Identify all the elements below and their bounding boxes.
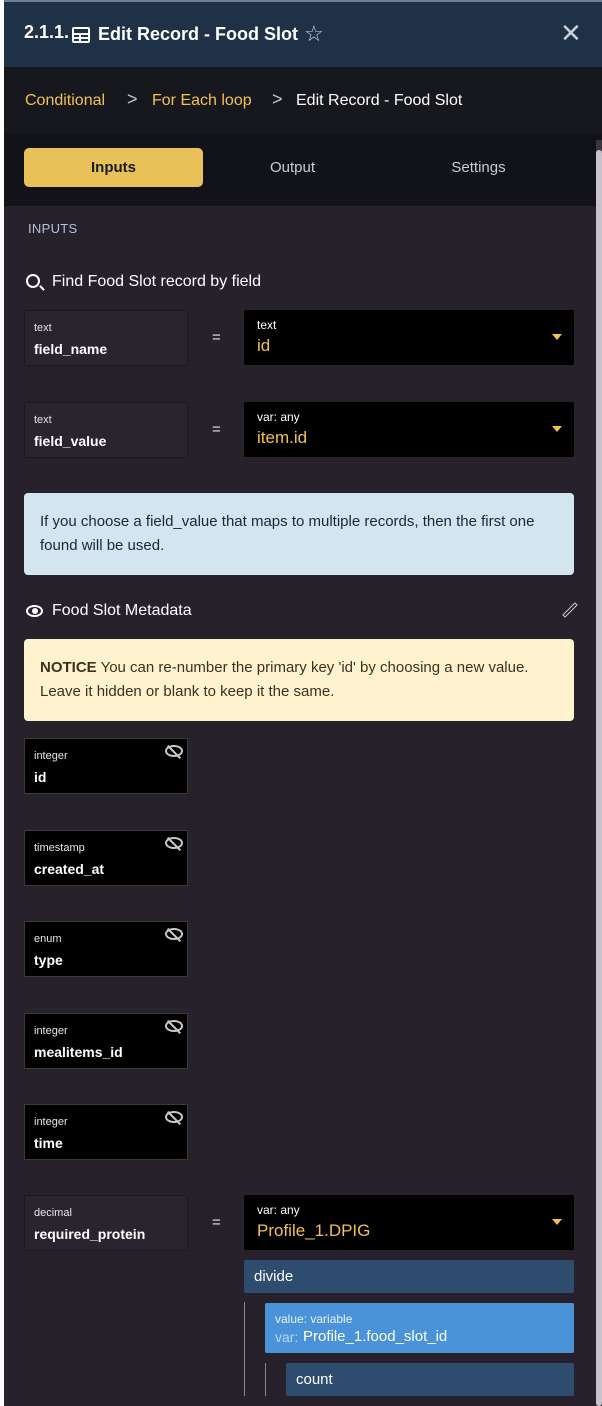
field-name: mealitems_id: [34, 1044, 123, 1060]
argument-value: Profile_1.food_slot_id: [303, 1328, 448, 1345]
breadcrumb-separator: >: [272, 89, 283, 109]
filter-label: divide: [254, 1268, 294, 1285]
title-bar: 2.1.1. Edit Record - Food Slot ☆ ✕: [4, 0, 602, 67]
field-type: timestamp: [34, 842, 85, 854]
equals-sign: =: [212, 421, 221, 438]
field-name: created_at: [34, 861, 105, 877]
field-name-value-select[interactable]: text id: [244, 310, 574, 365]
notice-message: NOTICE You can re-number the primary key…: [24, 639, 574, 721]
eye-off-icon[interactable]: [165, 745, 183, 757]
tab-inputs[interactable]: Inputs: [24, 148, 203, 187]
filter-divide[interactable]: divide: [244, 1260, 574, 1293]
step-number: 2.1.1.: [24, 22, 70, 42]
select-type: var: any: [257, 410, 300, 424]
field-value-select[interactable]: var: any item.id: [244, 402, 574, 457]
close-icon[interactable]: ✕: [560, 20, 582, 46]
field-name-box: text field_name: [24, 310, 188, 366]
field-name: required_protein: [34, 1226, 146, 1242]
caret-down-icon: [552, 334, 562, 340]
required-protein-box: decimal required_protein: [24, 1195, 188, 1251]
metadata-title: Food Slot Metadata: [52, 602, 192, 619]
field-value-box: text field_value: [24, 402, 188, 458]
field-type: enum: [34, 933, 62, 945]
panel-title: Edit Record - Food Slot: [98, 24, 298, 44]
metadata-header: Food Slot Metadata: [24, 601, 578, 623]
field-name: field_name: [34, 341, 108, 357]
hidden-field-id: integer id: [24, 738, 188, 794]
filter-label: count: [296, 1371, 333, 1388]
select-value: Profile_1.DPIG: [257, 1221, 371, 1240]
select-type: var: any: [257, 1203, 300, 1217]
field-name: time: [34, 1135, 63, 1151]
tab-output[interactable]: Output: [203, 148, 382, 187]
argument-type: value: variable: [275, 1312, 353, 1326]
notice-text: You can re-number the primary key 'id' b…: [40, 659, 529, 700]
notice-label: NOTICE: [40, 659, 97, 676]
field-type: text: [34, 414, 52, 426]
field-name: id: [34, 769, 47, 785]
scrollbar-thumb[interactable]: [596, 150, 602, 1406]
hidden-field-created-at: timestamp created_at: [24, 830, 188, 886]
field-type: integer: [34, 750, 68, 762]
select-type: text: [257, 318, 277, 332]
equals-sign: =: [212, 1214, 221, 1231]
select-value: id: [257, 336, 271, 355]
equals-sign: =: [212, 329, 221, 346]
breadcrumb-current: Edit Record - Food Slot: [296, 92, 463, 109]
hidden-field-type: enum type: [24, 921, 188, 977]
field-type: integer: [34, 1025, 68, 1037]
breadcrumb-separator: >: [127, 89, 138, 109]
star-icon[interactable]: ☆: [304, 23, 324, 45]
argument-prefix: var:: [275, 1329, 299, 1345]
tab-bar: Inputs Output Settings: [4, 134, 602, 206]
search-icon: [26, 274, 40, 288]
table-icon: [72, 27, 90, 43]
breadcrumb-for-each-loop[interactable]: For Each loop: [152, 92, 252, 110]
select-value: item.id: [257, 428, 308, 447]
eye-off-icon[interactable]: [165, 1020, 183, 1032]
caret-down-icon: [552, 1219, 562, 1225]
find-record-label: Find Food Slot record by field: [52, 273, 261, 290]
edit-record-panel: 2.1.1. Edit Record - Food Slot ☆ ✕ Condi…: [4, 0, 602, 1406]
eye-off-icon[interactable]: [165, 1111, 183, 1123]
hidden-field-mealitems-id: integer mealitems_id: [24, 1013, 188, 1069]
field-type: text: [34, 322, 52, 334]
pencil-icon[interactable]: [562, 602, 578, 618]
caret-down-icon: [552, 426, 562, 432]
hidden-field-time: integer time: [24, 1104, 188, 1160]
breadcrumb-conditional[interactable]: Conditional: [25, 92, 105, 110]
field-name: type: [34, 952, 63, 968]
filter-count[interactable]: count: [286, 1363, 574, 1396]
eye-off-icon[interactable]: [165, 837, 183, 849]
tab-settings[interactable]: Settings: [389, 148, 568, 187]
eye-off-icon[interactable]: [165, 928, 183, 940]
eye-icon[interactable]: [26, 605, 43, 617]
field-name: field_value: [34, 433, 107, 449]
field-type: integer: [34, 1116, 68, 1128]
filter-argument-variable[interactable]: value: variable var: Profile_1.food_slot…: [265, 1303, 574, 1353]
section-label-inputs: INPUTS: [28, 221, 78, 236]
required-protein-select[interactable]: var: any Profile_1.DPIG: [244, 1195, 574, 1250]
tree-connector: [244, 1302, 245, 1396]
breadcrumb: Conditional > For Each loop > Edit Recor…: [4, 67, 602, 134]
field-type: decimal: [34, 1207, 72, 1219]
tree-connector: [265, 1363, 266, 1396]
info-message: If you choose a field_value that maps to…: [24, 493, 574, 575]
